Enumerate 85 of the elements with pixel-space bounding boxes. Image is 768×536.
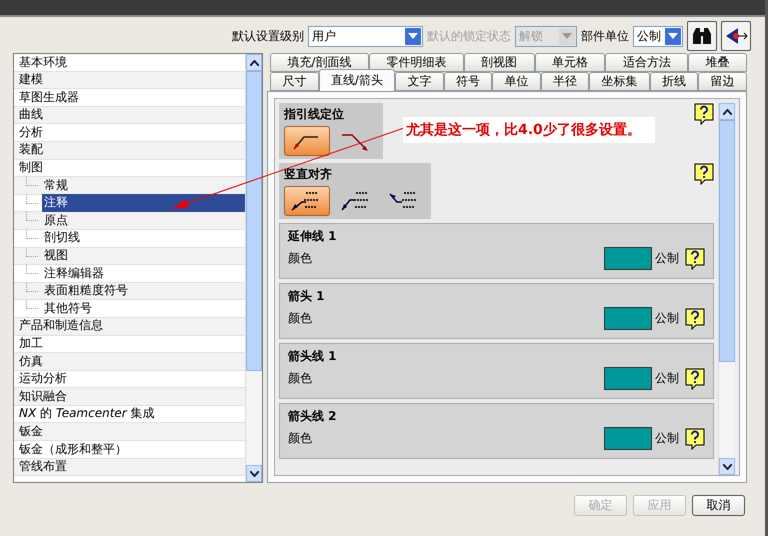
tab[interactable]: 直线/箭头: [318, 69, 396, 91]
field-label: 颜色: [288, 370, 312, 387]
field-label: 颜色: [288, 310, 312, 327]
tab[interactable]: 尺寸: [270, 72, 319, 91]
group-title: 竖直对齐: [284, 166, 333, 183]
field-label: 默认设置级别: [232, 28, 304, 44]
field-label: 默认的锁定状态: [427, 28, 511, 44]
color-swatch[interactable]: [604, 367, 652, 390]
tree-item[interactable]: 剖切线: [14, 230, 245, 248]
tree-item[interactable]: 装配: [14, 142, 245, 160]
scrollbar[interactable]: [245, 54, 262, 482]
tab[interactable]: 单位: [492, 72, 541, 91]
tab[interactable]: 半径: [540, 72, 590, 91]
tree-item[interactable]: 其他符号: [14, 300, 245, 318]
caret-icon: [562, 33, 572, 39]
section-title: 箭头线 2: [288, 408, 337, 425]
tree-item[interactable]: 草图生成器: [14, 89, 245, 107]
tree-item[interactable]: NX 的 Teamcenter 集成: [14, 406, 245, 424]
scroll-up-icon: [722, 108, 732, 114]
field-label: 颜色: [288, 250, 312, 267]
group-title: 指引线定位: [284, 106, 345, 123]
eye-arrow-icon: [724, 26, 748, 46]
settings-level-dropdown[interactable]: 用户: [308, 26, 423, 46]
binoculars-button[interactable]: [687, 21, 717, 51]
tab[interactable]: 符号: [444, 72, 492, 91]
annotation-callout: 尤其是这一项，比4.0少了很多设置。: [403, 117, 655, 143]
tree-item[interactable]: 曲线: [14, 106, 245, 124]
tree-item[interactable]: 表面粗糙度符号: [14, 282, 245, 300]
help-button[interactable]: [685, 308, 705, 330]
option-button[interactable]: [284, 126, 330, 156]
binoculars-icon: [691, 27, 713, 45]
section-title: 延伸线 1: [288, 228, 337, 245]
unit-label: 公制: [655, 250, 679, 267]
help-button[interactable]: [694, 163, 714, 185]
tab[interactable]: 文字: [395, 72, 444, 91]
tab[interactable]: 堆叠: [688, 53, 748, 72]
option-button[interactable]: [284, 186, 330, 216]
tree-item[interactable]: 原点: [14, 212, 245, 230]
unit-label: 公制: [655, 310, 679, 327]
tree-item[interactable]: 建模: [14, 72, 245, 90]
field-label: 颜色: [288, 430, 312, 447]
tree-item[interactable]: 管线布置: [14, 458, 245, 476]
tab[interactable]: 剖视图: [464, 53, 535, 72]
dialog-button[interactable]: 取消: [692, 495, 745, 516]
tree-item[interactable]: 产品和制造信息: [14, 318, 245, 336]
help-button[interactable]: [685, 248, 705, 270]
tree-item[interactable]: 钣金（成形和整平）: [14, 441, 245, 459]
tab[interactable]: 折线: [650, 72, 698, 91]
section-title: 箭头线 1: [288, 348, 337, 365]
help-button[interactable]: [694, 103, 714, 125]
tab[interactable]: 零件明细表: [368, 53, 464, 72]
scroll-down-icon: [250, 470, 258, 476]
section-title: 箭头 1: [288, 288, 325, 305]
scroll-up-icon: [250, 60, 258, 66]
eye-arrow-button[interactable]: [721, 21, 751, 51]
help-button[interactable]: [685, 368, 705, 390]
tree-item[interactable]: 运动分析: [14, 370, 245, 388]
part-units-dropdown[interactable]: 公制: [633, 26, 683, 46]
unit-label: 公制: [655, 370, 679, 387]
tree-item[interactable]: 基本环境: [14, 54, 245, 72]
scroll-down-icon: [722, 464, 732, 470]
caret-icon: [668, 33, 678, 39]
tree-item[interactable]: 钣金: [14, 423, 245, 442]
tree-item[interactable]: 仿真: [14, 353, 245, 371]
tab[interactable]: 填充/剖面线: [270, 53, 369, 72]
field-label: 部件单位: [581, 28, 629, 44]
color-swatch[interactable]: [604, 427, 652, 450]
tree-item[interactable]: 分析: [14, 124, 245, 142]
color-swatch[interactable]: [604, 247, 652, 270]
tree-item[interactable]: 制图: [14, 160, 245, 178]
unit-label: 公制: [655, 430, 679, 447]
tab[interactable]: 单元格: [534, 53, 606, 72]
tree-item[interactable]: 常规: [14, 177, 245, 195]
tab[interactable]: 留边: [698, 72, 747, 91]
tree-item[interactable]: 注释编辑器: [14, 265, 245, 283]
tab[interactable]: 适合方法: [605, 53, 688, 72]
caret-icon: [408, 33, 418, 39]
scrollbar[interactable]: [718, 103, 735, 475]
tree-item[interactable]: 注释: [14, 194, 245, 212]
tab[interactable]: 坐标集: [589, 72, 650, 91]
tree-item[interactable]: 知识融合: [14, 388, 245, 406]
tree-item[interactable]: 加工: [14, 336, 245, 354]
help-button[interactable]: [685, 428, 705, 450]
tree-item[interactable]: 视图: [14, 248, 245, 266]
color-swatch[interactable]: [604, 307, 652, 330]
